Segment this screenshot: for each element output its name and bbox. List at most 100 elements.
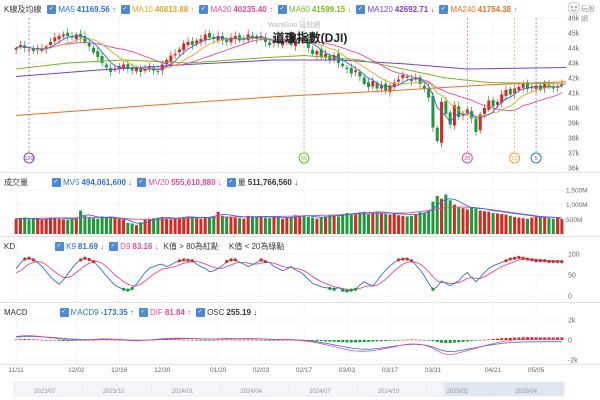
osc-bar (49, 340, 53, 341)
kd-red-dot (91, 259, 96, 264)
volume-bar (195, 218, 199, 234)
volume-bar (233, 217, 237, 234)
price-y-tick: 45k (568, 31, 580, 38)
volume-bar (418, 212, 422, 234)
osc-bar (186, 339, 190, 341)
volume-bar (483, 211, 487, 234)
candle-body (358, 71, 362, 77)
volume-bar (556, 217, 560, 234)
kd-red-dot (83, 256, 87, 260)
kd-red-dot (79, 258, 83, 262)
kd-red-dot (530, 258, 534, 262)
candle-body (448, 112, 452, 125)
volume-bar (409, 215, 413, 234)
osc-bar (203, 340, 207, 341)
candle-body (229, 37, 233, 43)
volume-bar (14, 218, 18, 234)
osc-bar (409, 339, 413, 341)
candle-body (61, 34, 65, 37)
candle-body (177, 49, 181, 53)
volume-bar (143, 219, 147, 234)
period-label: 2024/07 (309, 389, 331, 395)
volume-bar (259, 216, 263, 234)
volume-bar (246, 215, 250, 234)
volume-bar (134, 225, 138, 234)
volume-bar (306, 216, 310, 234)
candle-body (203, 34, 207, 41)
osc-bar (345, 340, 349, 343)
kd-red-dot (182, 258, 186, 262)
osc-bar (375, 340, 379, 342)
candle-body (483, 108, 487, 114)
osc-bar (362, 340, 366, 342)
osc-bar (53, 340, 57, 341)
osc-bar (212, 340, 216, 341)
candle-body (208, 32, 212, 38)
volume-bar (272, 216, 276, 234)
volume-bar (440, 198, 444, 234)
volume-bar (268, 218, 272, 234)
osc-bar (208, 340, 212, 341)
osc-bar (500, 338, 504, 340)
kd-red-dot (31, 258, 35, 262)
x-tick-label: 12/30 (154, 367, 171, 374)
volume-bar (388, 214, 392, 234)
osc-bar (44, 340, 48, 341)
volume-bar (27, 219, 31, 234)
x-tick-label: 02/03 (253, 367, 270, 374)
volume-y-tick: 500M (566, 217, 582, 224)
osc-bar (40, 339, 44, 341)
volume-bar (199, 218, 203, 234)
candle-body (74, 34, 78, 40)
x-tick-label: 02/17 (296, 367, 313, 374)
kd-red-dot (543, 259, 547, 263)
volume-bar (332, 215, 336, 234)
osc-bar (397, 340, 401, 341)
osc-bar (182, 339, 186, 341)
volume-bar (530, 217, 534, 234)
volume-bar (281, 218, 285, 234)
osc-bar (233, 339, 237, 341)
candle-body (435, 127, 439, 141)
volume-bar (139, 222, 143, 234)
volume-bar (160, 216, 164, 234)
candle-body (508, 88, 512, 95)
kd-green-dot (341, 288, 345, 292)
volume-bar (61, 219, 65, 234)
kd-red-dot (23, 257, 27, 261)
chart-canvas: 46k 45k 44k 43k 42k 41k 40k 39k 38k 37k 36k 120 60 20… (8, 16, 588, 397)
osc-bar (272, 340, 276, 341)
candle-body (190, 41, 194, 45)
volume-bar (87, 217, 91, 234)
volume-bar (414, 214, 418, 234)
candle-body (66, 32, 70, 36)
osc-bar (250, 339, 254, 341)
volume-bar (18, 218, 22, 234)
x-tick-label: 05/05 (528, 367, 545, 374)
volume-bar (358, 212, 362, 234)
price-y-tick: 40k (568, 106, 580, 113)
volume-bar (465, 209, 469, 234)
volume-bar (263, 217, 267, 234)
osc-bar (36, 339, 40, 341)
osc-bar (190, 339, 194, 341)
kd-red-dot (401, 257, 405, 261)
volume-bar (491, 212, 495, 234)
volume-bar (435, 195, 439, 234)
candle-body (96, 51, 100, 57)
macd-y-tick: 2k (568, 318, 576, 325)
volume-bar (53, 217, 57, 234)
osc-bar (388, 340, 392, 341)
price-y-tick: 46k (568, 16, 580, 23)
osc-bar (435, 340, 439, 342)
osc-bar (268, 340, 272, 341)
dif-line (16, 335, 562, 356)
candle-body (366, 82, 370, 87)
chart-title: 道瓊指數(DJI) (273, 30, 348, 45)
osc-bar (324, 340, 328, 342)
candle-body (397, 79, 401, 82)
osc-bar (483, 339, 487, 341)
volume-bar (23, 217, 27, 234)
kd-green-dot (130, 286, 134, 291)
osc-bar (457, 340, 461, 343)
